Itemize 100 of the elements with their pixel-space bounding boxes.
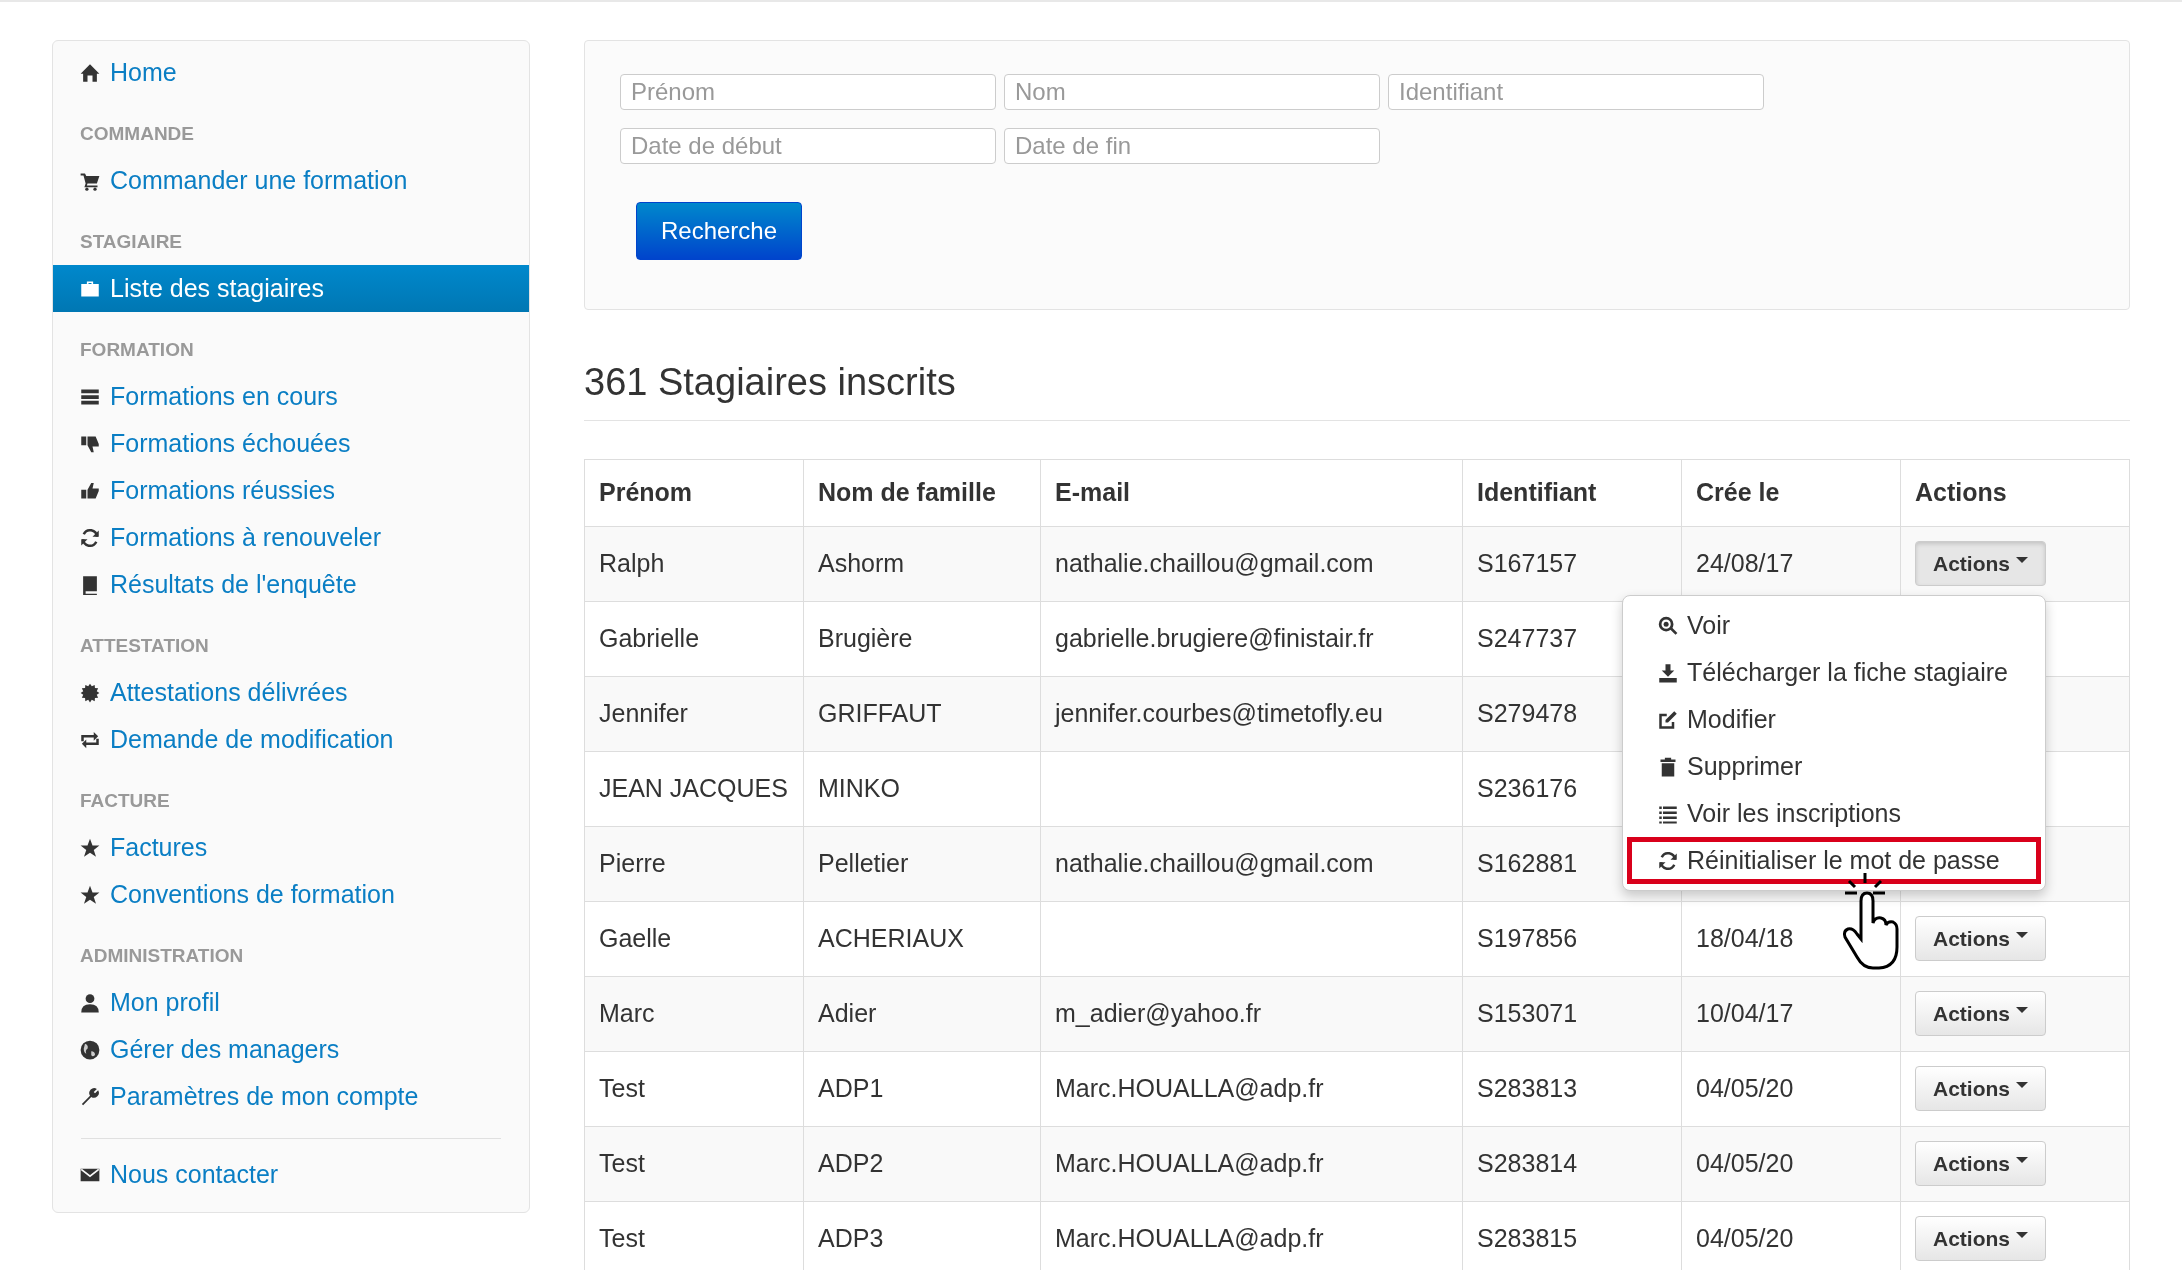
sidebar-item[interactable]: Formations échouées xyxy=(53,420,529,467)
sidebar-item[interactable]: Mon profil xyxy=(53,979,529,1026)
search-field[interactable]: Date de début xyxy=(620,128,996,164)
section-heading: FORMATION xyxy=(79,338,195,362)
actions-dropdown-button[interactable]: Actions xyxy=(1915,990,2046,1037)
user-icon xyxy=(80,992,100,1013)
actions-dropdown-button[interactable]: Actions xyxy=(1915,915,2046,962)
search-icon xyxy=(1658,615,1678,636)
table-cell: Pierre xyxy=(585,825,803,901)
edit-icon xyxy=(1658,709,1678,730)
table-cell: Brugière xyxy=(803,600,1040,676)
search-button[interactable]: Recherche xyxy=(636,202,802,260)
sidebar-item[interactable]: Formations en cours xyxy=(53,373,529,420)
table-cell: Pelletier xyxy=(803,825,1040,901)
table-cell: JEAN JACQUES xyxy=(585,750,803,826)
column-header: Crée le xyxy=(1681,459,1900,526)
table-cell: Gabrielle xyxy=(585,600,803,676)
badge-icon xyxy=(80,682,100,703)
sidebar-item[interactable]: Formations à renouveler xyxy=(53,514,529,561)
globe-icon xyxy=(80,1039,100,1060)
table-cell: 04/05/20 xyxy=(1681,1200,1900,1270)
sidebar-item[interactable]: Nous contacter xyxy=(53,1151,529,1198)
refresh-icon xyxy=(1658,850,1678,871)
column-header: E-mail xyxy=(1040,459,1462,526)
table-cell: Adier xyxy=(803,975,1040,1051)
menu-item[interactable]: Réinitialiser le mot de passe xyxy=(1627,837,2041,885)
table-cell: Marc.HOUALLA@adp.fr xyxy=(1040,1050,1462,1126)
table-cell: Test xyxy=(585,1050,803,1126)
home-icon xyxy=(80,62,100,83)
caret-icon xyxy=(2016,1006,2028,1013)
table-cell: nathalie.chaillou@gmail.com xyxy=(1040,525,1462,601)
table-cell: S283814 xyxy=(1462,1125,1681,1201)
table-cell: S153071 xyxy=(1462,975,1681,1051)
table-cell: Gaelle xyxy=(585,900,803,976)
trash-icon xyxy=(1658,756,1678,777)
table-cell: Marc xyxy=(585,975,803,1051)
wrench-icon xyxy=(80,1086,100,1107)
search-field[interactable]: Date de fin xyxy=(1004,128,1380,164)
table-cell: jennifer.courbes@timetofly.eu xyxy=(1040,675,1462,751)
table-cell: 10/04/17 xyxy=(1681,975,1900,1051)
sidebar-item[interactable]: Liste des stagiaires xyxy=(53,265,529,312)
table-cell: S197856 xyxy=(1462,900,1681,976)
sidebar-item[interactable]: Formations réussies xyxy=(53,467,529,514)
caret-icon xyxy=(2016,1156,2028,1163)
table-cell: Marc.HOUALLA@adp.fr xyxy=(1040,1200,1462,1270)
sidebar-item[interactable]: Gérer des managers xyxy=(53,1026,529,1073)
table-cell: S167157 xyxy=(1462,525,1681,601)
section-heading: FACTURE xyxy=(79,789,171,813)
section-heading: ADMINISTRATION xyxy=(79,944,245,968)
column-header: Prénom xyxy=(598,476,694,508)
column-header: Nom de famille xyxy=(803,459,1040,526)
search-field[interactable]: Nom xyxy=(1004,74,1380,110)
refresh-icon xyxy=(80,527,100,548)
table-cell: Test xyxy=(585,1125,803,1201)
actions-dropdown-button[interactable]: Actions xyxy=(1915,1065,2046,1112)
caret-icon xyxy=(2016,1231,2028,1238)
column-header: Identifiant xyxy=(1462,459,1681,526)
sidebar-item[interactable]: Conventions de formation xyxy=(53,871,529,918)
sidebar-item[interactable]: Résultats de l'enquête xyxy=(53,561,529,608)
sidebar-item[interactable]: Paramètres de mon compte xyxy=(53,1073,529,1120)
sidebar-item[interactable]: Demande de modification xyxy=(53,716,529,763)
table-cell: Jennifer xyxy=(585,675,803,751)
table-cell: GRIFFAUT xyxy=(803,675,1040,751)
caret-icon xyxy=(2016,1081,2028,1088)
star-icon xyxy=(80,837,100,858)
table-cell: 04/05/20 xyxy=(1681,1050,1900,1126)
page-heading: 361 Stagiaires inscrits xyxy=(584,360,2130,421)
search-field[interactable]: Prénom xyxy=(620,74,996,110)
table-cell: Marc.HOUALLA@adp.fr xyxy=(1040,1125,1462,1201)
table-cell: Ashorm xyxy=(803,525,1040,601)
table-cell: S283813 xyxy=(1462,1050,1681,1126)
table-cell: ADP3 xyxy=(803,1200,1040,1270)
column-header: Actions xyxy=(1900,459,2129,526)
caret-icon xyxy=(2016,556,2028,563)
sidebar-item[interactable]: Attestations délivrées xyxy=(53,669,529,716)
actions-dropdown-button[interactable]: Actions xyxy=(1915,1215,2046,1262)
book-icon xyxy=(80,574,100,595)
section-heading: STAGIAIRE xyxy=(79,230,184,254)
download-icon xyxy=(1658,662,1678,683)
table-cell: S283815 xyxy=(1462,1200,1681,1270)
sidebar-item[interactable]: Home xyxy=(53,49,529,96)
table-cell: 18/04/18 xyxy=(1681,900,1900,976)
table-cell: gabrielle.brugiere@finistair.fr xyxy=(1040,600,1462,676)
star-icon xyxy=(80,884,100,905)
actions-dropdown-button[interactable]: Actions xyxy=(1915,1140,2046,1187)
thumbs-up-icon xyxy=(80,480,100,501)
sidebar-item[interactable]: Commander une formation xyxy=(53,157,529,204)
actions-dropdown-button[interactable]: Actions xyxy=(1915,540,2046,587)
caret-icon xyxy=(2016,931,2028,938)
section-heading: COMMANDE xyxy=(79,122,195,146)
table-cell: ADP2 xyxy=(803,1125,1040,1201)
table-cell: m_adier@yahoo.fr xyxy=(1040,975,1462,1051)
table-cell: ACHERIAUX xyxy=(803,900,1040,976)
table-cell: ADP1 xyxy=(803,1050,1040,1126)
section-heading: ATTESTATION xyxy=(79,634,210,658)
table-cell: Test xyxy=(585,1200,803,1270)
table-cell: nathalie.chaillou@gmail.com xyxy=(1040,825,1462,901)
table-cell: Ralph xyxy=(585,525,803,601)
search-field[interactable]: Identifiant xyxy=(1388,74,1764,110)
sidebar-item[interactable]: Factures xyxy=(53,824,529,871)
